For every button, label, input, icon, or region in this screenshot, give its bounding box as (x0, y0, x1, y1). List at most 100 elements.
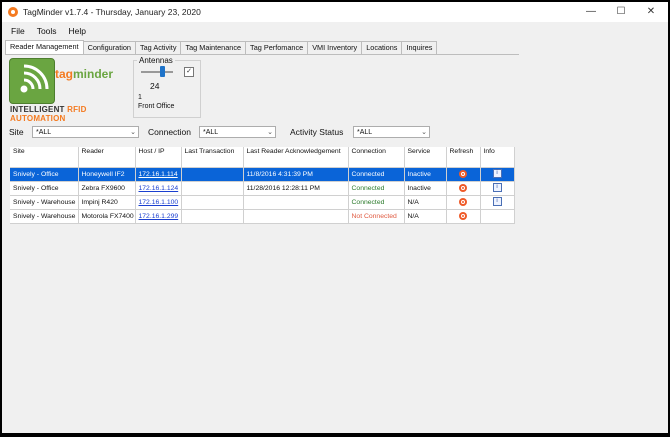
close-button[interactable]: ✕ (636, 2, 666, 22)
cell-reader[interactable]: Honeywell IF2 (78, 167, 136, 182)
cell-last-ack (243, 209, 349, 224)
menu-tools[interactable]: Tools (37, 26, 57, 36)
info-icon[interactable]: i (492, 183, 502, 193)
refresh-icon[interactable] (459, 169, 467, 178)
cell-info: i (480, 167, 515, 182)
cell-info: i (480, 195, 515, 210)
antenna-name: Front Office (138, 103, 175, 110)
antenna-checkbox[interactable]: ✓ (184, 67, 194, 77)
refresh-icon[interactable] (459, 211, 467, 220)
table-row[interactable]: Snively - Warehouse Motorola FX7400 172.16… (10, 209, 515, 224)
cell-last-transaction (181, 209, 244, 224)
cell-service: N/A (404, 209, 447, 224)
window-title: TagMinder v1.7.4 - Thursday, January 23,… (23, 7, 201, 17)
connection-select[interactable]: *ALL ⌄ (199, 126, 276, 138)
col-header-refresh[interactable]: Refresh (446, 147, 481, 168)
logo-tagline: INTELLIGENT RFID AUTOMATION (10, 105, 87, 123)
cell-host: 172.16.1.299 (135, 209, 182, 224)
activity-status-select[interactable]: *ALL ⌄ (353, 126, 430, 138)
chevron-down-icon: ⌄ (267, 129, 273, 136)
cell-refresh (446, 195, 481, 210)
antenna-number: 1 (138, 94, 142, 101)
connection-select-value: *ALL (203, 129, 219, 136)
filter-row: Site *ALL ⌄ Connection *ALL ⌄ Activity S… (5, 125, 519, 139)
cell-last-ack: 11/28/2016 12:28:11 PM (243, 181, 349, 196)
cell-service: N/A (404, 195, 447, 210)
table-row[interactable]: Snively - Warehouse Impinj R420 172.16.1.1… (10, 195, 515, 210)
tab-tag-maintenance[interactable]: Tag Maintenance (180, 41, 247, 54)
antenna-power-value: 24 (150, 81, 160, 91)
app-logo-icon (8, 7, 18, 17)
activity-status-select-value: *ALL (357, 129, 373, 136)
app-window: TagMinder v1.7.4 - Thursday, January 23,… (2, 2, 668, 433)
title-bar: TagMinder v1.7.4 - Thursday, January 23,… (2, 2, 668, 22)
cell-last-transaction (181, 167, 244, 182)
antenna-slider-thumb[interactable] (160, 66, 165, 77)
minimize-button[interactable]: — (576, 2, 606, 22)
cell-service: Inactive (404, 167, 447, 182)
menu-help[interactable]: Help (69, 26, 86, 36)
refresh-icon[interactable] (459, 197, 467, 206)
host-ip-link[interactable]: 172.16.1.114 (139, 171, 178, 178)
chevron-down-icon: ⌄ (421, 129, 427, 136)
tab-tag-performance[interactable]: Tag Perfomance (245, 41, 309, 54)
cell-site[interactable]: Snively - Warehouse (10, 209, 79, 224)
cell-refresh (446, 181, 481, 196)
brand-name: tagminder (55, 67, 114, 81)
grid-header-row: Site Reader Host / IP Last Transaction L… (10, 147, 515, 168)
col-header-reader[interactable]: Reader (78, 147, 136, 168)
col-header-host-ip[interactable]: Host / IP (135, 147, 182, 168)
cell-connection: Connected (348, 195, 405, 210)
host-ip-link[interactable]: 172.16.1.299 (139, 213, 179, 220)
table-row[interactable]: Snively - Office Honeywell IF2 172.16.1.11… (10, 167, 515, 182)
readers-grid: Site Reader Host / IP Last Transaction L… (10, 147, 515, 224)
host-ip-link[interactable]: 172.16.1.124 (139, 185, 179, 192)
col-header-site[interactable]: Site (10, 147, 79, 168)
cell-connection: Connected (348, 181, 405, 196)
cell-site[interactable]: Snively - Office (10, 181, 79, 196)
cell-site[interactable]: Snively - Office (10, 167, 79, 182)
status-bar (2, 406, 668, 433)
maximize-button[interactable]: ☐ (606, 2, 636, 22)
cell-reader[interactable]: Zebra FX9600 (78, 181, 136, 196)
col-header-service[interactable]: Service (404, 147, 447, 168)
info-icon[interactable]: i (492, 197, 502, 207)
tab-reader-management[interactable]: Reader Management (5, 40, 84, 54)
menu-bar: File Tools Help (2, 23, 668, 38)
info-icon[interactable]: i (492, 169, 502, 179)
site-select[interactable]: *ALL ⌄ (32, 126, 139, 138)
cell-connection: Not Connected (348, 209, 405, 224)
cell-info: i (480, 181, 515, 196)
refresh-icon[interactable] (459, 183, 467, 192)
antenna-slider-track[interactable] (141, 71, 173, 73)
cell-service: Inactive (404, 181, 447, 196)
cell-connection: Connected (348, 167, 405, 182)
cell-site[interactable]: Snively - Warehouse (10, 195, 79, 210)
cell-host: 172.16.1.114 (135, 167, 182, 182)
cell-info (480, 209, 515, 224)
antennas-title: Antennas (137, 56, 175, 65)
col-header-last-transaction[interactable]: Last Transaction (181, 147, 244, 168)
tab-inquires[interactable]: Inquires (401, 41, 438, 54)
host-ip-link[interactable]: 172.16.1.100 (139, 199, 179, 206)
cell-refresh (446, 167, 481, 182)
table-row[interactable]: Snively - Office Zebra FX9600 172.16.1.124… (10, 181, 515, 196)
cell-refresh (446, 209, 481, 224)
cell-reader[interactable]: Motorola FX7400 (78, 209, 136, 224)
cell-host: 172.16.1.124 (135, 181, 182, 196)
cell-last-ack: 11/8/2016 4:31:39 PM (243, 167, 349, 182)
reader-management-panel: tagminder INTELLIGENT RFID AUTOMATION ✓ … (5, 54, 519, 405)
cell-reader[interactable]: Impinj R420 (78, 195, 136, 210)
cell-last-ack (243, 195, 349, 210)
col-header-info[interactable]: Info (480, 147, 515, 168)
tab-tag-activity[interactable]: Tag Activity (134, 41, 182, 54)
connection-label: Connection (148, 127, 192, 137)
menu-file[interactable]: File (11, 26, 25, 36)
tab-vmi-inventory[interactable]: VMI Inventory (307, 41, 363, 54)
antennas-group: ✓ 24 1 Front Office (133, 60, 201, 118)
rfid-signal-icon (9, 58, 55, 104)
tab-configuration[interactable]: Configuration (82, 41, 136, 54)
col-header-last-ack[interactable]: Last Reader Acknowledgement (243, 147, 349, 168)
col-header-connection[interactable]: Connection (348, 147, 405, 168)
tab-locations[interactable]: Locations (361, 41, 403, 54)
